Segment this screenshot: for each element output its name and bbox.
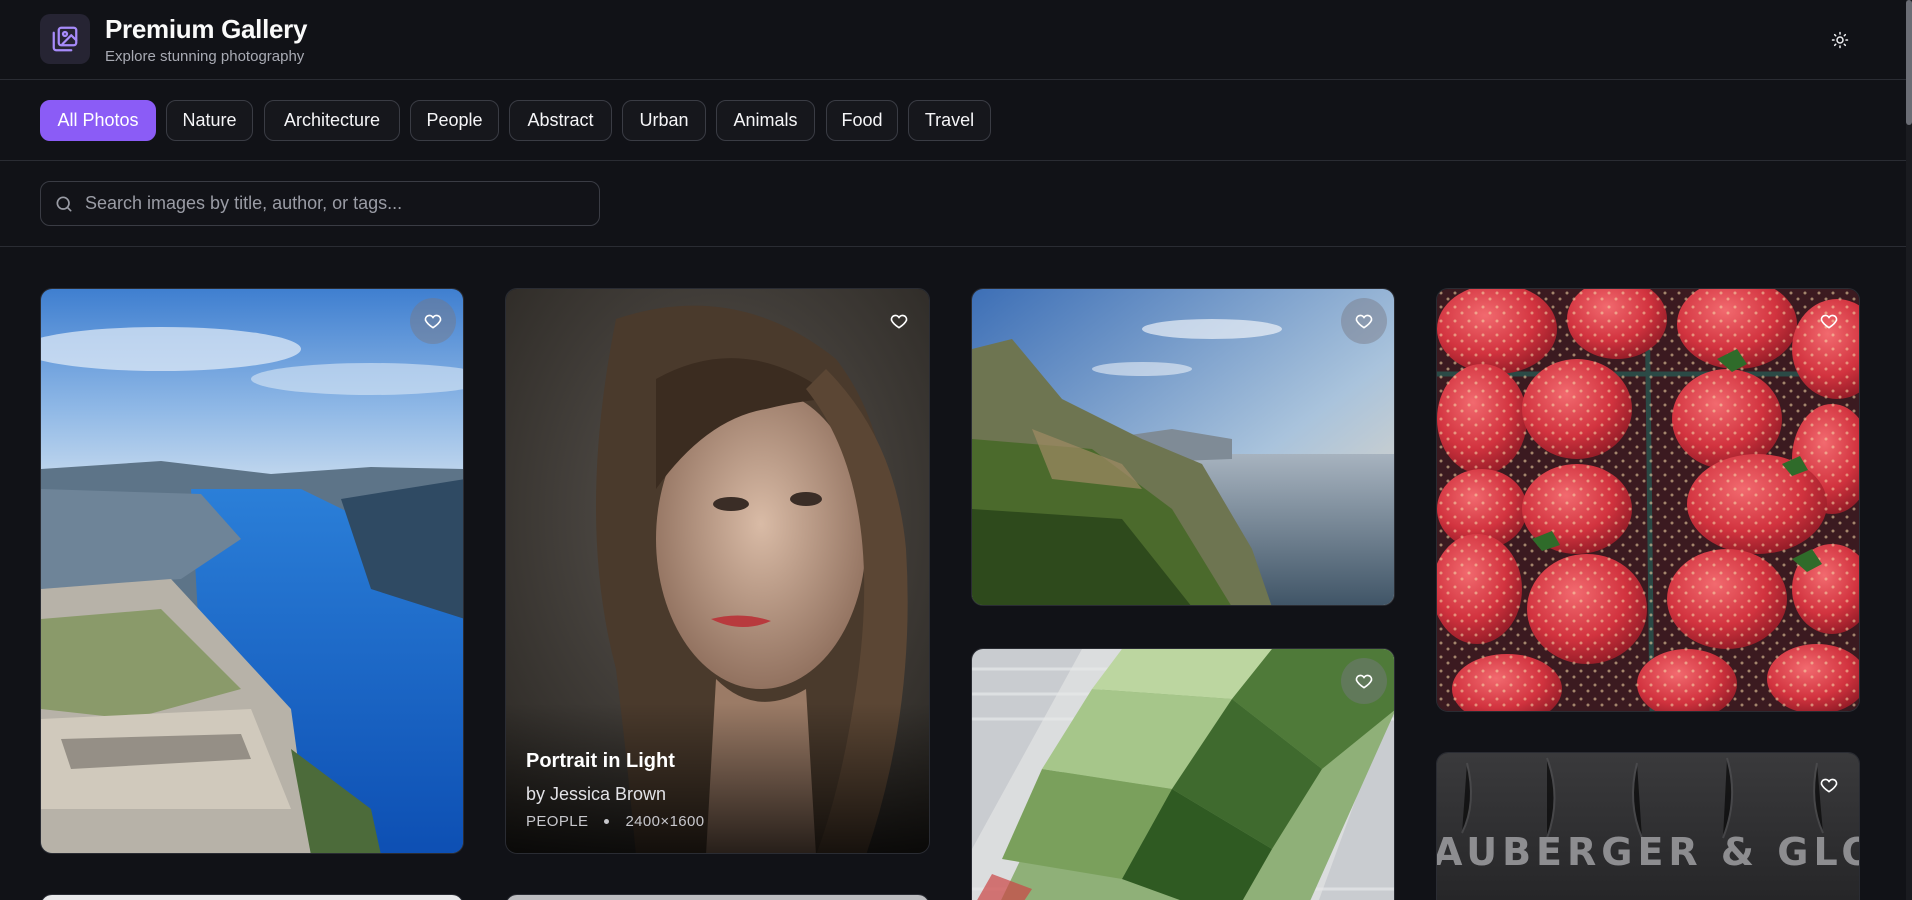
image-card-next-2[interactable] <box>505 894 930 900</box>
category-chip-travel[interactable]: Travel <box>908 100 991 141</box>
image-card-next-1[interactable] <box>40 894 464 900</box>
app-header: Premium Gallery Explore stunning photogr… <box>0 0 1906 80</box>
category-filter-bar: All Photos Nature Architecture People Ab… <box>0 81 1906 161</box>
category-chip-food[interactable]: Food <box>826 100 898 141</box>
image-card-coast[interactable] <box>971 288 1395 606</box>
heart-icon <box>424 314 442 329</box>
card-meta: PEOPLE 2400×1600 <box>526 813 705 830</box>
favorite-button[interactable] <box>1806 298 1852 344</box>
heart-icon <box>1820 778 1838 793</box>
fjord-photo <box>41 289 463 853</box>
heart-icon <box>1820 314 1838 329</box>
card-title: Portrait in Light <box>526 750 675 772</box>
page-scrollbar[interactable] <box>1906 0 1912 900</box>
heart-icon <box>1355 674 1373 689</box>
separator-dot <box>604 819 610 824</box>
card-author: by Jessica Brown <box>526 784 667 804</box>
search-icon <box>56 196 72 212</box>
page-title: Premium Gallery <box>105 14 308 44</box>
sign-photo: AUBERGER & GLOS <box>1437 753 1860 900</box>
coast-photo <box>972 289 1394 605</box>
image-card-sign[interactable]: AUBERGER & GLOS <box>1436 752 1860 900</box>
svg-text:AUBERGER & GLOS: AUBERGER & GLOS <box>1437 830 1860 874</box>
image-card-portrait[interactable]: Portrait in Light by Jessica Brown PEOPL… <box>505 288 930 854</box>
search-input[interactable] <box>85 182 585 225</box>
category-chip-architecture[interactable]: Architecture <box>264 100 400 141</box>
image-card-stadium[interactable] <box>971 648 1395 900</box>
category-chip-abstract[interactable]: Abstract <box>509 100 612 141</box>
favorite-button[interactable] <box>410 298 456 344</box>
search-section <box>0 162 1906 247</box>
favorite-button[interactable] <box>1341 658 1387 704</box>
image-card-strawberries[interactable] <box>1436 288 1860 712</box>
heart-icon <box>1355 314 1373 329</box>
gallery-logo-icon <box>40 14 90 64</box>
card-category: PEOPLE <box>526 813 589 830</box>
category-chip-all-photos[interactable]: All Photos <box>40 100 156 141</box>
search-box <box>40 181 600 226</box>
category-chip-nature[interactable]: Nature <box>166 100 253 141</box>
sun-icon <box>1831 31 1849 49</box>
caption-overlay <box>506 703 929 853</box>
category-chip-people[interactable]: People <box>410 100 499 141</box>
category-chip-urban[interactable]: Urban <box>622 100 706 141</box>
card-dimensions: 2400×1600 <box>625 813 705 830</box>
theme-toggle-button[interactable] <box>1822 22 1858 58</box>
favorite-button[interactable] <box>1806 762 1852 808</box>
heart-icon <box>890 314 908 329</box>
stadium-photo <box>972 649 1394 900</box>
scrollbar-thumb[interactable] <box>1906 0 1912 125</box>
page-subtitle: Explore stunning photography <box>105 48 305 65</box>
favorite-button[interactable] <box>1341 298 1387 344</box>
image-card-fjord[interactable] <box>40 288 464 854</box>
category-chip-animals[interactable]: Animals <box>716 100 815 141</box>
favorite-button[interactable] <box>876 298 922 344</box>
strawberries-photo <box>1437 289 1859 711</box>
